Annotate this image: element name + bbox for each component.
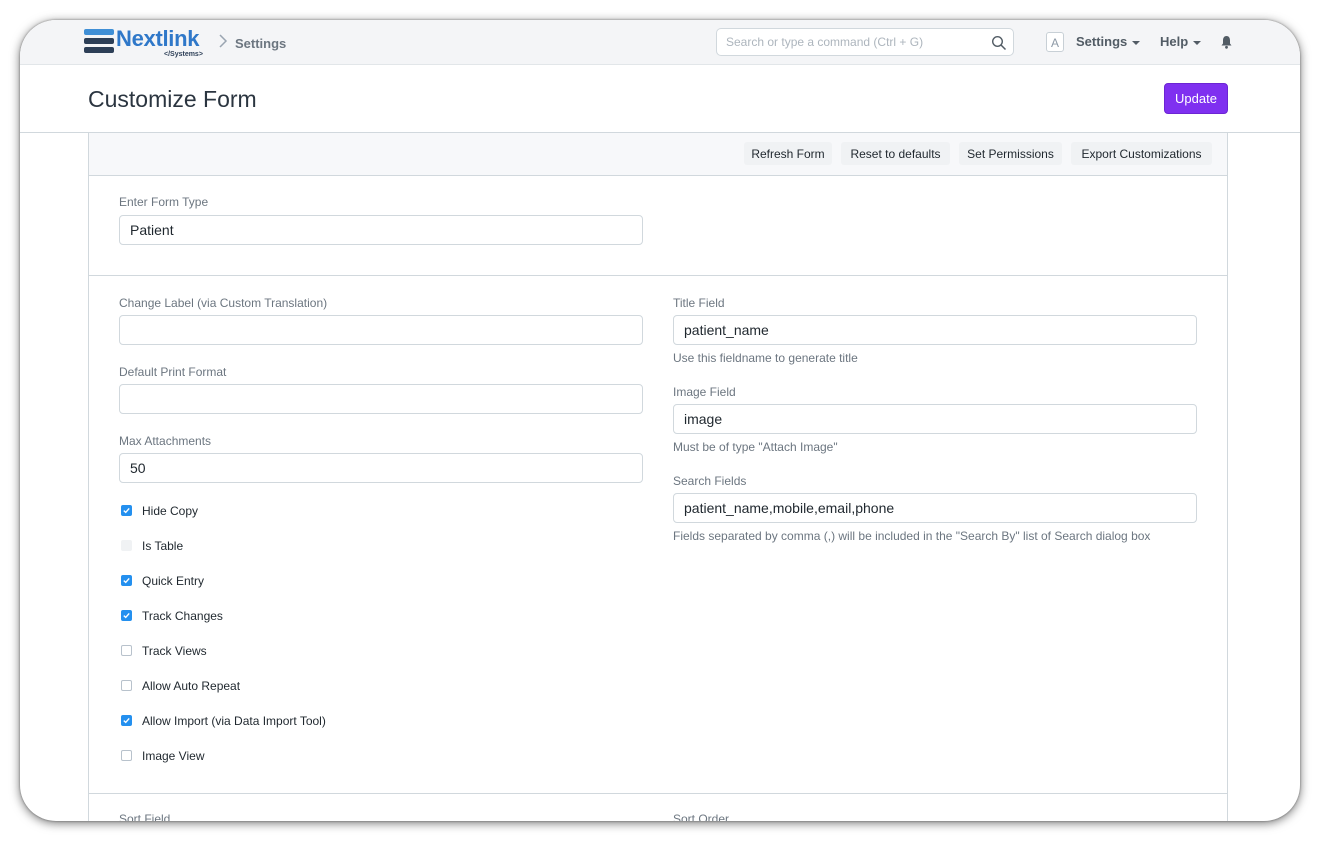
settings-menu-label: Settings [1076, 34, 1128, 49]
checkbox-label: Is Table [142, 539, 184, 553]
default-print-format-input[interactable] [119, 384, 643, 414]
checkbox-checked-icon[interactable] [121, 575, 132, 586]
brand-subtitle: </Systems> [164, 51, 203, 58]
default-print-format-label: Default Print Format [119, 365, 227, 379]
search-fields-input[interactable] [673, 493, 1197, 523]
check-icon [123, 612, 130, 619]
app-window: Nextlink </Systems> Settings A Settings … [20, 20, 1300, 821]
check-icon [123, 507, 130, 514]
search-bar[interactable] [716, 28, 1014, 56]
avatar[interactable]: A [1046, 32, 1064, 52]
checkbox-unchecked-icon[interactable] [121, 750, 132, 761]
checkbox-unchecked-icon [121, 540, 132, 551]
brand-name: Nextlink [116, 26, 200, 51]
title-field-help: Use this fieldname to generate title [673, 351, 858, 365]
bell-icon[interactable] [1220, 35, 1233, 49]
navbar: Nextlink </Systems> Settings A Settings … [20, 20, 1300, 65]
title-field-input[interactable] [673, 315, 1197, 345]
help-menu-label: Help [1160, 34, 1189, 49]
checkbox-label: Image View [142, 749, 205, 763]
checkbox-unchecked-icon[interactable] [121, 645, 132, 656]
search-icon[interactable] [991, 35, 1007, 51]
search-fields-label: Search Fields [673, 474, 747, 488]
checkbox-label: Hide Copy [142, 504, 199, 518]
page-title: Customize Form [88, 86, 257, 112]
check-icon [123, 577, 130, 584]
form-type-label: Enter Form Type [119, 195, 209, 209]
sort-order-label: Sort Order [673, 812, 730, 821]
checkbox-checked-icon[interactable] [121, 505, 132, 516]
change-label-label: Change Label (via Custom Translation) [119, 296, 328, 310]
title-field-label: Title Field [673, 296, 725, 310]
change-label-input[interactable] [119, 315, 643, 345]
caret-down-icon [1132, 40, 1141, 45]
image-field-help: Must be of type "Attach Image" [673, 440, 838, 454]
form-settings-section: Change Label (via Custom Translation) De… [89, 276, 1227, 794]
max-attachments-label: Max Attachments [119, 434, 212, 448]
set-permissions-button[interactable]: Set Permissions [959, 142, 1062, 165]
update-button[interactable]: Update [1164, 83, 1228, 114]
caret-down-icon [1193, 40, 1202, 45]
checkbox-checked-icon[interactable] [121, 610, 132, 621]
image-field-input[interactable] [673, 404, 1197, 434]
search-input[interactable] [726, 34, 981, 50]
checkbox-label: Quick Entry [142, 574, 205, 588]
checkbox-label: Track Changes [142, 609, 223, 623]
checkbox-label: Allow Import (via Data Import Tool) [142, 714, 326, 728]
reset-defaults-button[interactable]: Reset to defaults [841, 142, 950, 165]
brand-logo[interactable]: Nextlink </Systems> [84, 26, 214, 60]
export-customizations-button[interactable]: Export Customizations [1071, 142, 1212, 165]
sort-field-label: Sort Field [119, 812, 171, 821]
checkbox-checked-icon[interactable] [121, 715, 132, 726]
form-type-section: Enter Form Type [89, 175, 1227, 276]
chevron-right-icon [219, 34, 228, 48]
image-field-label: Image Field [673, 385, 736, 399]
breadcrumb-settings[interactable]: Settings [235, 36, 286, 51]
settings-menu[interactable]: Settings [1076, 34, 1141, 49]
max-attachments-input[interactable] [119, 453, 643, 483]
help-menu[interactable]: Help [1160, 34, 1202, 49]
check-icon [123, 717, 130, 724]
checkbox-unchecked-icon[interactable] [121, 680, 132, 691]
search-fields-help: Fields separated by comma (,) will be in… [673, 529, 1151, 543]
checkbox-label: Allow Auto Repeat [142, 679, 241, 693]
form-toolbar: Refresh Form Reset to defaults Set Permi… [89, 133, 1227, 176]
checkbox-label: Track Views [142, 644, 207, 658]
form-type-input[interactable] [119, 215, 643, 245]
refresh-form-button[interactable]: Refresh Form [744, 142, 832, 165]
page-header: Customize Form Update [20, 65, 1300, 133]
form-card: Refresh Form Reset to defaults Set Permi… [88, 133, 1228, 821]
server-stack-icon [84, 29, 114, 55]
